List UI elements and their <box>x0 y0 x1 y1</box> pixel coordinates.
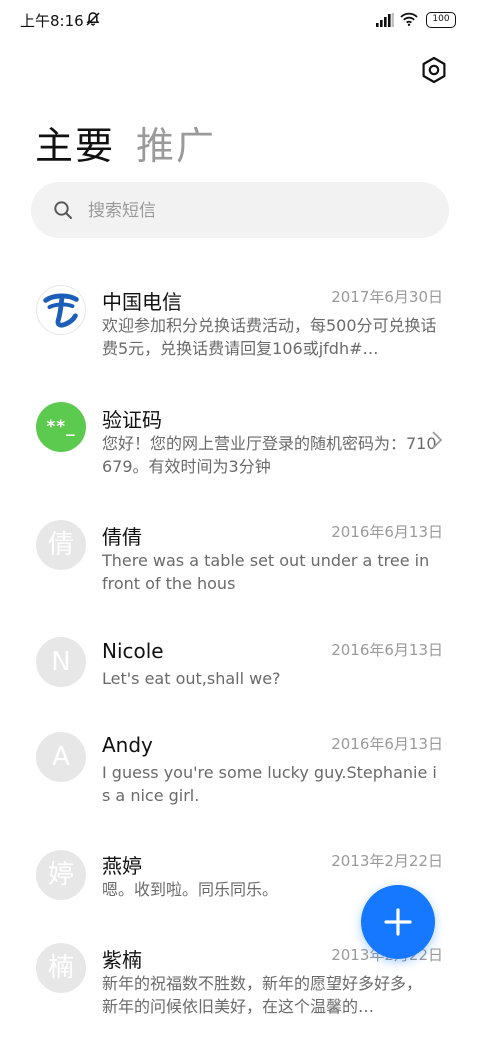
conversation-name: 紫楠 <box>102 948 142 972</box>
mute-icon <box>86 12 100 26</box>
conversation-preview: 新年的祝福数不胜数，新年的愿望好多好多，新年的问候依旧美好，在这个温馨的… <box>102 974 423 1016</box>
conversation-date: 2013年2月22日 <box>331 852 443 870</box>
status-bar: 上午8:16 100 <box>0 0 480 40</box>
avatar: 楠 <box>36 943 86 993</box>
conversation-date: 2017年6月30日 <box>331 288 443 306</box>
search-bar[interactable] <box>31 182 449 240</box>
avatar: 倩 <box>36 520 86 570</box>
avatar: A <box>36 732 86 782</box>
telecom-logo-icon <box>43 293 79 328</box>
avatar <box>36 285 86 335</box>
conversation-date: 2016年6月13日 <box>331 735 443 753</box>
hexagon-gear-icon <box>422 56 446 84</box>
conversation-preview: 您好！您的网上营业厅登录的随机密码为：710679。有效时间为3分钟 <box>102 434 437 476</box>
search-icon <box>54 201 72 219</box>
conversation-date: 2016年6月13日 <box>331 641 443 659</box>
conversation-item[interactable]: 倩 倩倩 2016年6月13日 There was a table set ou… <box>0 505 480 605</box>
tab-promo[interactable]: 推广 <box>136 115 216 170</box>
conversation-name: 燕婷 <box>102 854 142 878</box>
conversation-item[interactable]: **_ 验证码 您好！您的网上营业厅登录的随机密码为：710679。有效时间为3… <box>0 388 480 488</box>
conversation-item[interactable]: A Andy 2016年6月13日 I guess you're some lu… <box>0 717 480 817</box>
conversation-name: 倩倩 <box>102 525 142 549</box>
settings-button[interactable] <box>416 52 452 88</box>
new-message-button[interactable] <box>361 885 435 959</box>
tab-main[interactable]: 主要 <box>35 115 115 170</box>
status-time: 上午8:16 <box>20 12 84 30</box>
search-input[interactable] <box>86 182 430 240</box>
avatar: **_ <box>36 402 86 452</box>
wifi-icon <box>400 12 418 26</box>
conversation-preview: 欢迎参加积分兑换话费活动，每500分可兑换话费5元，兑换话费请回复106或jfd… <box>102 316 437 358</box>
conversation-name: Nicole <box>102 639 164 663</box>
signal-icon <box>376 13 394 27</box>
conversation-name: 中国电信 <box>102 290 182 314</box>
conversation-preview: I guess you're some lucky guy.Stephanie … <box>102 763 437 805</box>
avatar: 婷 <box>36 850 86 900</box>
battery-icon: 100 <box>426 12 456 28</box>
conversation-preview: There was a table set out under a tree i… <box>102 551 430 593</box>
conversation-name: Andy <box>102 733 153 757</box>
messages-screen: 上午8:16 100 主要 推广 搜索短信 中国电信 2017年6月30日 欢迎… <box>0 0 480 1040</box>
conversation-item[interactable]: N Nicole 2016年6月13日 Let's eat out,shall … <box>0 623 480 703</box>
conversation-name: 验证码 <box>102 408 162 432</box>
conversation-date: 2016年6月13日 <box>331 523 443 541</box>
chevron-right-icon <box>432 431 443 449</box>
conversation-preview: Let's eat out,shall we? <box>102 669 281 688</box>
plus-icon <box>384 908 412 936</box>
avatar: N <box>36 637 86 687</box>
conversation-item[interactable]: 中国电信 2017年6月30日 欢迎参加积分兑换话费活动，每500分可兑换话费5… <box>0 270 480 370</box>
